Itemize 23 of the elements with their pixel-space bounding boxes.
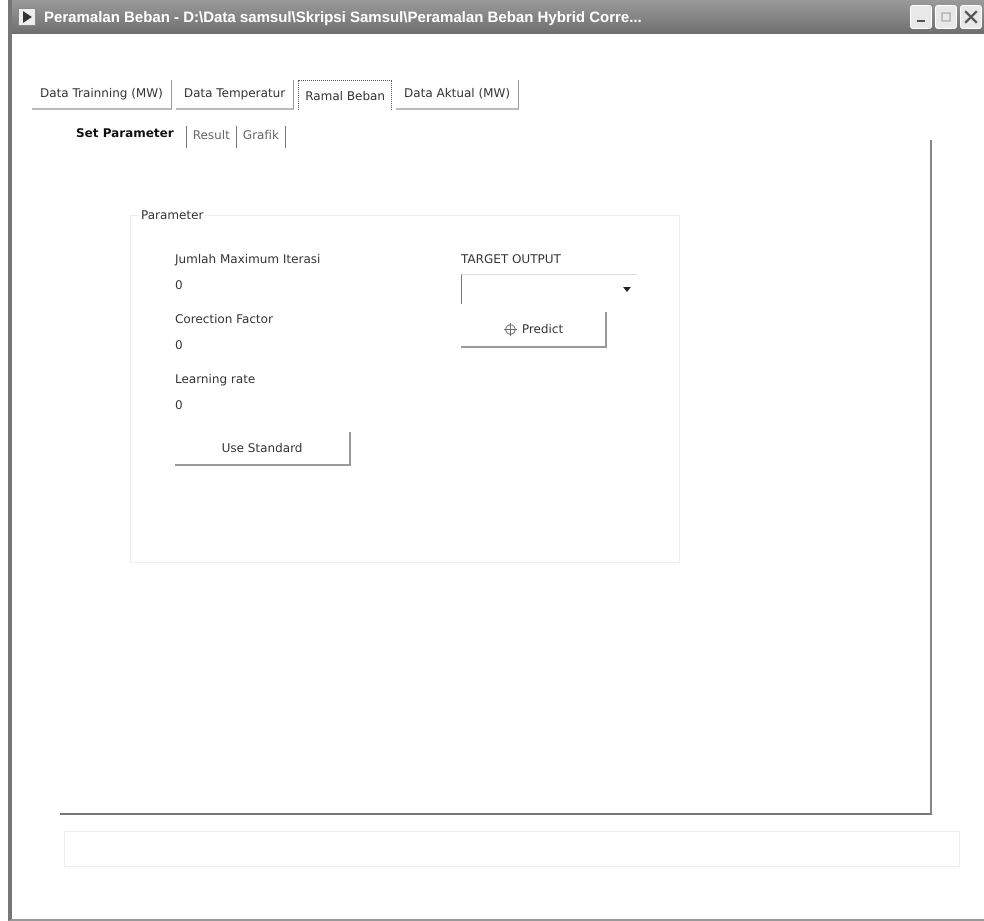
use-standard-button[interactable]: Use Standard (175, 432, 351, 466)
maximize-icon (941, 12, 951, 22)
field-label: Learning rate (175, 372, 256, 386)
close-icon (964, 10, 978, 24)
tab[interactable]: Data Aktual (MW) (396, 80, 520, 110)
play-icon (18, 8, 36, 26)
crosshair-icon (502, 322, 518, 336)
group-title: Parameter (139, 208, 206, 222)
field-label: Jumlah Maximum Iterasi (175, 252, 320, 266)
minimize-button[interactable] (910, 5, 932, 29)
predict-button[interactable]: Predict (461, 312, 607, 348)
minimize-icon (917, 20, 925, 22)
value-field[interactable]: 0 (175, 398, 185, 412)
window-title: Peramalan Beban - D:\Data samsul\Skripsi Samsul\Peramalan Beban Hybrid Corre... (44, 8, 643, 26)
caret-icon (623, 287, 631, 292)
field-label: TARGET OUTPUT (461, 252, 561, 266)
value-field[interactable]: 0 (175, 338, 185, 352)
value-field[interactable]: 0 (175, 278, 185, 292)
field-label: Corection Factor (175, 312, 273, 326)
tab[interactable]: Ramal Beban (298, 80, 392, 110)
tab[interactable]: Data Temperatur (176, 80, 294, 110)
close-button[interactable] (960, 5, 982, 29)
tab[interactable]: Data Trainning (MW) (32, 80, 172, 110)
